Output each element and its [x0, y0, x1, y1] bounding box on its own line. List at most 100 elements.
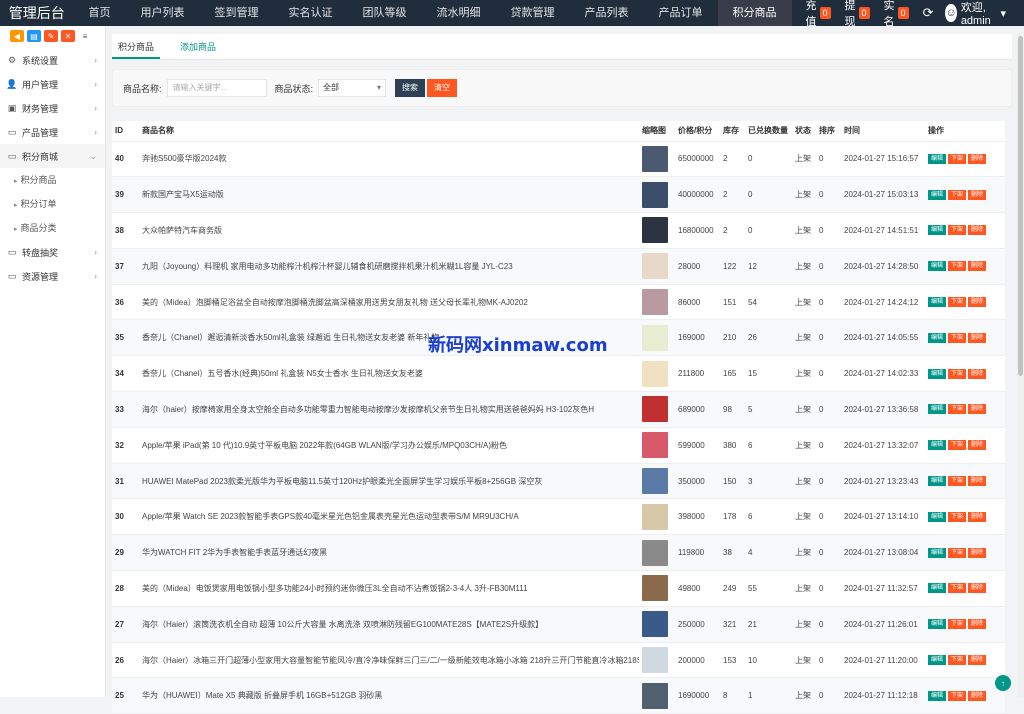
- edit-button[interactable]: 编辑: [928, 404, 947, 415]
- nav-item-7[interactable]: 产品列表: [570, 0, 644, 26]
- offline-button[interactable]: 下架: [948, 332, 967, 343]
- product-thumbnail[interactable]: [642, 289, 668, 316]
- toolbar-button-4[interactable]: ≡: [78, 30, 92, 42]
- edit-button[interactable]: 编辑: [928, 547, 947, 558]
- withdraw-stat[interactable]: 提现 0: [845, 0, 870, 29]
- nav-item-5[interactable]: 流水明细: [422, 0, 496, 26]
- edit-button[interactable]: 编辑: [928, 261, 947, 272]
- scrollbar-thumb[interactable]: [1018, 36, 1023, 376]
- refresh-icon[interactable]: ⟳: [923, 5, 934, 21]
- nav-item-4[interactable]: 团队等级: [348, 0, 422, 26]
- offline-button[interactable]: 下架: [948, 476, 967, 487]
- edit-button[interactable]: 编辑: [928, 153, 947, 164]
- sidebar-subitem-2[interactable]: 商品分类: [0, 216, 105, 240]
- edit-button[interactable]: 编辑: [928, 619, 947, 630]
- nav-item-8[interactable]: 产品订单: [644, 0, 718, 26]
- name-search-input[interactable]: 请输入关键字...: [166, 79, 267, 97]
- edit-button[interactable]: 编辑: [928, 476, 947, 487]
- clear-button[interactable]: 清空: [427, 79, 458, 97]
- sidebar-item-0[interactable]: ⚙ 系统设置 ›: [0, 48, 105, 72]
- sidebar-subitem-1[interactable]: 积分订单: [0, 192, 105, 216]
- edit-button[interactable]: 编辑: [928, 690, 947, 701]
- offline-button[interactable]: 下架: [948, 583, 967, 594]
- product-thumbnail[interactable]: [642, 647, 668, 674]
- offline-button[interactable]: 下架: [948, 440, 967, 451]
- product-thumbnail[interactable]: [642, 682, 668, 709]
- edit-button[interactable]: 编辑: [928, 368, 947, 379]
- delete-button[interactable]: 删除: [968, 440, 987, 451]
- offline-button[interactable]: 下架: [948, 189, 967, 200]
- offline-button[interactable]: 下架: [948, 153, 967, 164]
- product-thumbnail[interactable]: [642, 611, 668, 638]
- delete-button[interactable]: 删除: [968, 583, 987, 594]
- product-thumbnail[interactable]: [642, 396, 668, 423]
- edit-button[interactable]: 编辑: [928, 583, 947, 594]
- delete-button[interactable]: 删除: [968, 368, 987, 379]
- sidebar-item-5[interactable]: ▭ 转盘抽奖 ›: [0, 240, 105, 264]
- product-thumbnail[interactable]: [642, 253, 668, 280]
- back-to-top-button[interactable]: ↑: [995, 675, 1011, 691]
- product-thumbnail[interactable]: [642, 145, 668, 172]
- offline-button[interactable]: 下架: [948, 655, 967, 666]
- status-select[interactable]: 全部: [318, 79, 387, 97]
- edit-button[interactable]: 编辑: [928, 225, 947, 236]
- offline-button[interactable]: 下架: [948, 547, 967, 558]
- sidebar-subitem-0[interactable]: 积分商品: [0, 168, 105, 192]
- toolbar-button-2[interactable]: ✎: [44, 30, 58, 42]
- delete-button[interactable]: 删除: [968, 476, 987, 487]
- delete-button[interactable]: 删除: [968, 690, 987, 701]
- nav-item-9[interactable]: 积分商品: [717, 0, 792, 26]
- user-menu[interactable]: ☺ 欢迎, admin ▾: [945, 0, 1006, 27]
- nav-item-6[interactable]: 贷款管理: [496, 0, 570, 26]
- offline-button[interactable]: 下架: [948, 297, 967, 308]
- offline-button[interactable]: 下架: [948, 511, 967, 522]
- nav-item-0[interactable]: 首页: [74, 0, 126, 26]
- offline-button[interactable]: 下架: [948, 404, 967, 415]
- product-thumbnail[interactable]: [642, 181, 668, 208]
- delete-button[interactable]: 删除: [968, 547, 987, 558]
- delete-button[interactable]: 删除: [968, 153, 987, 164]
- sidebar-item-1[interactable]: 👤 用户管理 ›: [0, 72, 105, 96]
- tab-1[interactable]: 添加商品: [174, 34, 222, 59]
- delete-button[interactable]: 删除: [968, 297, 987, 308]
- realname-stat[interactable]: 实名 0: [884, 0, 909, 29]
- delete-button[interactable]: 删除: [968, 332, 987, 343]
- product-thumbnail[interactable]: [642, 217, 668, 244]
- edit-button[interactable]: 编辑: [928, 332, 947, 343]
- edit-button[interactable]: 编辑: [928, 655, 947, 666]
- toolbar-button-0[interactable]: ◀: [10, 30, 24, 42]
- search-button[interactable]: 搜索: [395, 79, 426, 97]
- sidebar-item-6[interactable]: ▭ 资源管理 ›: [0, 264, 105, 288]
- delete-button[interactable]: 删除: [968, 404, 987, 415]
- delete-button[interactable]: 删除: [968, 189, 987, 200]
- nav-item-1[interactable]: 用户列表: [126, 0, 200, 26]
- sidebar-item-2[interactable]: ▣ 财务管理 ›: [0, 96, 105, 120]
- edit-button[interactable]: 编辑: [928, 511, 947, 522]
- delete-button[interactable]: 删除: [968, 225, 987, 236]
- toolbar-button-1[interactable]: ▤: [27, 30, 41, 42]
- product-thumbnail[interactable]: [642, 432, 668, 459]
- nav-item-2[interactable]: 签到管理: [200, 0, 274, 26]
- offline-button[interactable]: 下架: [948, 261, 967, 272]
- tab-0[interactable]: 积分商品: [112, 34, 161, 59]
- recharge-stat[interactable]: 充值 0: [806, 0, 831, 29]
- product-thumbnail[interactable]: [642, 575, 668, 602]
- toolbar-button-3[interactable]: ✕: [61, 30, 75, 42]
- delete-button[interactable]: 删除: [968, 619, 987, 630]
- offline-button[interactable]: 下架: [948, 368, 967, 379]
- sidebar-item-3[interactable]: ▭ 产品管理 ›: [0, 120, 105, 144]
- product-thumbnail[interactable]: [642, 539, 668, 566]
- delete-button[interactable]: 删除: [968, 655, 987, 666]
- edit-button[interactable]: 编辑: [928, 440, 947, 451]
- delete-button[interactable]: 删除: [968, 511, 987, 522]
- offline-button[interactable]: 下架: [948, 619, 967, 630]
- edit-button[interactable]: 编辑: [928, 297, 947, 308]
- edit-button[interactable]: 编辑: [928, 189, 947, 200]
- delete-button[interactable]: 删除: [968, 261, 987, 272]
- offline-button[interactable]: 下架: [948, 225, 967, 236]
- product-thumbnail[interactable]: [642, 324, 668, 351]
- product-thumbnail[interactable]: [642, 468, 668, 495]
- sidebar-item-4[interactable]: ▭ 积分商城 ⌄: [0, 144, 105, 168]
- nav-item-3[interactable]: 实名认证: [274, 0, 348, 26]
- product-thumbnail[interactable]: [642, 360, 668, 387]
